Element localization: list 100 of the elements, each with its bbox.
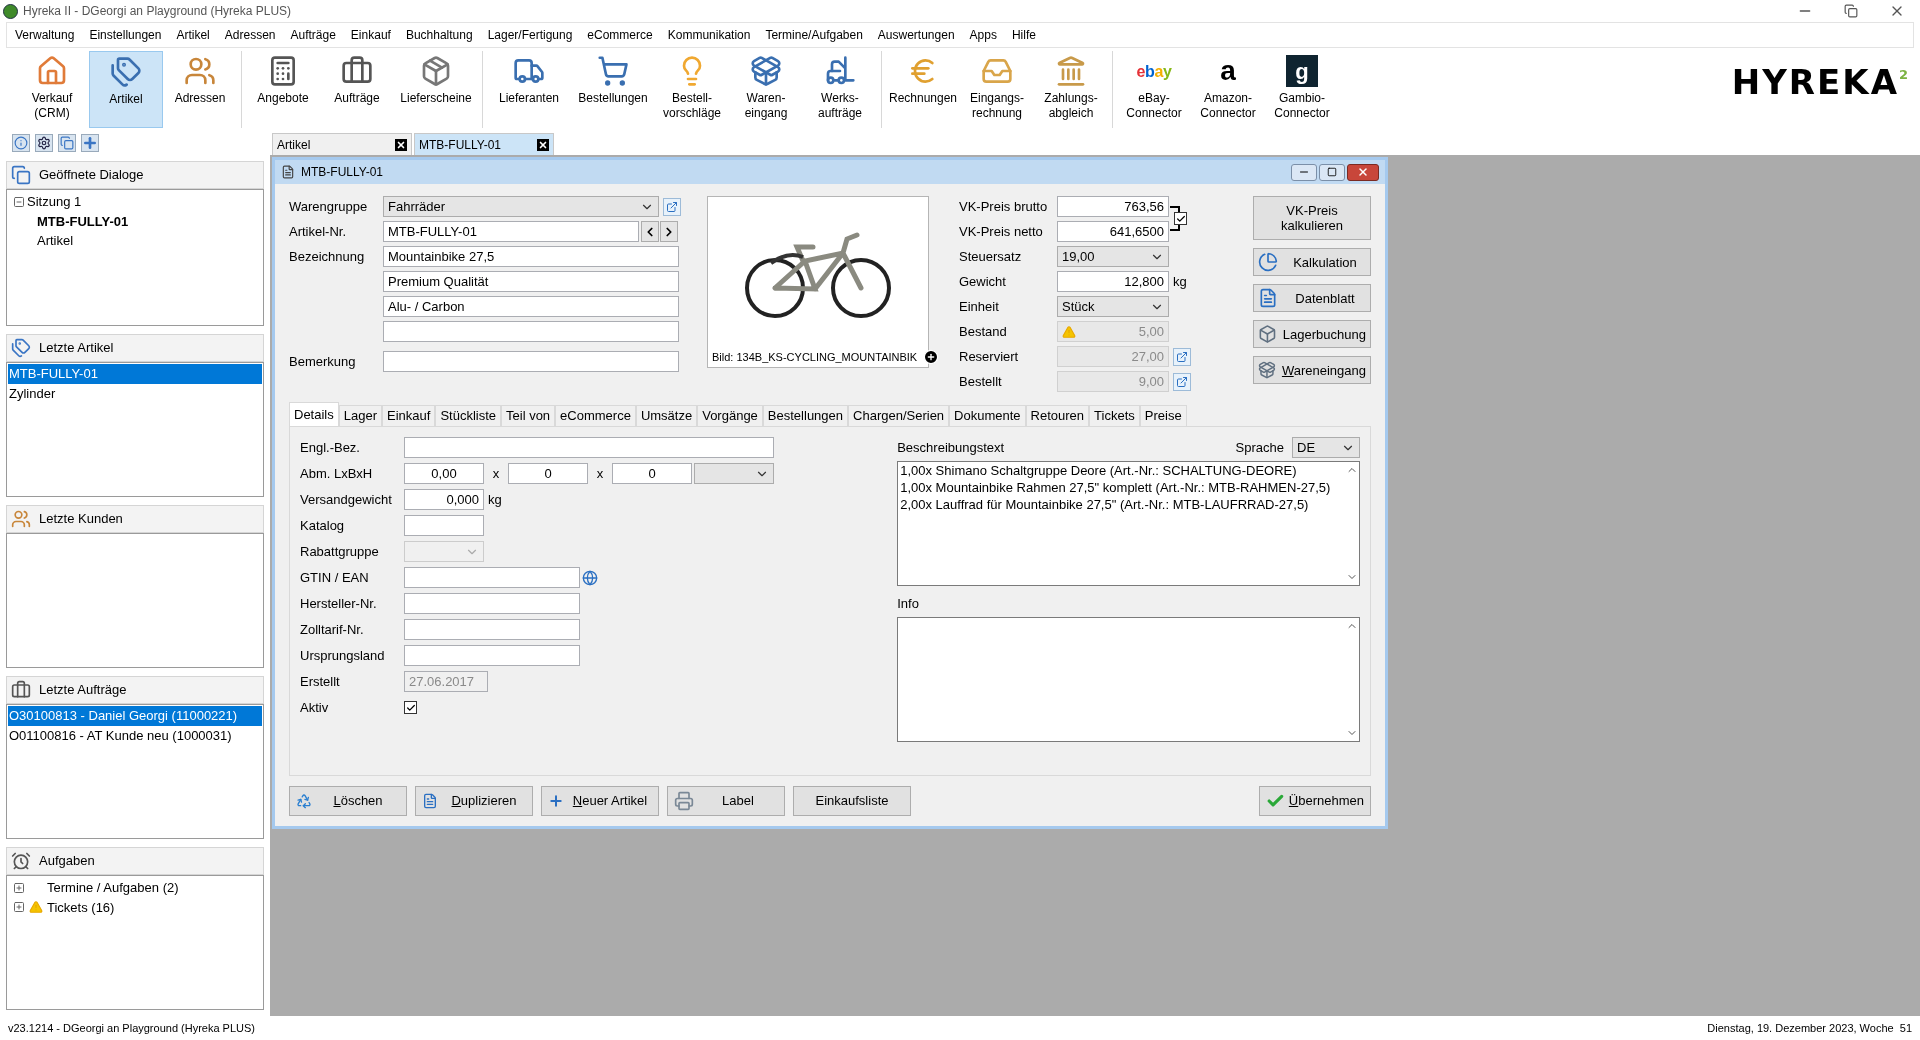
toolbar-button[interactable]: Adressen xyxy=(163,51,237,128)
action-button[interactable]: Neuer Artikel xyxy=(541,786,659,816)
toolbar-button[interactable]: ebay eBay- Connector xyxy=(1117,51,1191,128)
toolbar-button[interactable]: Waren- eingang xyxy=(729,51,803,128)
maximize-icon[interactable] xyxy=(1319,163,1345,181)
text-field[interactable]: 12,800 xyxy=(1057,271,1169,292)
price-link-checkbox[interactable] xyxy=(1174,212,1187,225)
side-button[interactable]: Wareneingang xyxy=(1253,356,1371,384)
toolbar-button[interactable]: Aufträge xyxy=(320,51,394,128)
menu-item[interactable]: Apps xyxy=(969,26,997,44)
tab[interactable]: Details xyxy=(289,402,339,426)
open-link-icon[interactable] xyxy=(1173,347,1191,366)
text-field[interactable]: 0,000 xyxy=(404,489,484,510)
tab[interactable]: Dokumente xyxy=(949,405,1026,426)
tab[interactable]: Bestellungen xyxy=(762,405,849,426)
list-item[interactable]: Zylinder xyxy=(8,383,262,403)
tab[interactable]: Vorgänge xyxy=(697,405,763,426)
toolbar-button[interactable]: Zahlungs- abgleich xyxy=(1034,51,1108,128)
menu-item[interactable]: Verwaltung xyxy=(15,26,75,44)
toolbar-button[interactable]: Eingangs- rechnung xyxy=(960,51,1034,128)
checkbox[interactable] xyxy=(404,701,417,714)
list-item[interactable]: O30100813 - Daniel Georgi (11000221) xyxy=(8,706,262,726)
add-icon[interactable] xyxy=(81,134,99,152)
dropdown[interactable]: Stück xyxy=(1057,296,1169,317)
menu-item[interactable]: Hilfe xyxy=(1011,26,1036,44)
tab[interactable]: Einkauf xyxy=(382,405,436,426)
tree-item[interactable]: Tickets (16) xyxy=(47,897,115,917)
tree-item[interactable]: Sitzung 1 xyxy=(27,192,82,212)
toolbar-button[interactable]: Bestellungen xyxy=(571,51,655,128)
text-field[interactable] xyxy=(404,619,580,640)
text-field[interactable] xyxy=(404,437,774,458)
action-button[interactable]: Löschen xyxy=(289,786,407,816)
toolbar-button[interactable]: Rechnungen xyxy=(886,51,960,128)
dropdown[interactable]: Fahrräder xyxy=(383,196,659,217)
tab[interactable]: Chargen/Serien xyxy=(848,405,950,426)
action-button[interactable]: Einkaufsliste xyxy=(793,786,911,816)
toolbar-button[interactable]: Werks- aufträge xyxy=(803,51,877,128)
menu-item[interactable]: Termine/Aufgaben xyxy=(765,26,863,44)
tab[interactable]: Lager xyxy=(338,405,382,426)
action-button[interactable]: Label xyxy=(667,786,785,816)
menu-item[interactable]: Lager/Fertigung xyxy=(487,26,573,44)
text-field[interactable] xyxy=(404,567,580,588)
info-textarea[interactable] xyxy=(897,616,1360,742)
action-button[interactable]: Übernehmen xyxy=(1259,786,1371,816)
menu-item[interactable]: Aufträge xyxy=(290,26,336,44)
side-button[interactable]: Kalkulation xyxy=(1253,248,1371,276)
toolbar-button[interactable]: Verkauf (CRM) xyxy=(15,51,89,128)
close-icon[interactable] xyxy=(395,138,407,151)
globe-icon[interactable] xyxy=(582,569,598,586)
text-field[interactable] xyxy=(404,645,580,666)
text-field[interactable]: MTB-FULLY-01 xyxy=(383,221,639,242)
tree-item[interactable]: Artikel xyxy=(37,233,74,248)
side-button[interactable]: Lagerbuchung xyxy=(1253,320,1371,348)
toolbar-button[interactable]: a Amazon- Connector xyxy=(1191,51,1265,128)
expand-icon[interactable] xyxy=(13,901,25,914)
text-field[interactable] xyxy=(383,321,679,342)
close-icon[interactable] xyxy=(537,138,549,151)
toolbar-button[interactable]: Bestell- vorschläge xyxy=(655,51,729,128)
document-tab[interactable]: MTB-FULLY-01 xyxy=(414,133,554,155)
tab[interactable]: Tickets xyxy=(1089,405,1140,426)
toolbar-button[interactable]: Lieferanten xyxy=(487,51,571,128)
menu-item[interactable]: Kommunikation xyxy=(667,26,751,44)
text-field[interactable]: 0 xyxy=(508,463,588,484)
open-link-icon[interactable] xyxy=(663,197,681,216)
description-textarea[interactable]: 1,00x Shimano Schaltgruppe Deore (Art.-Nr.: SCHALTUNG-DEORE) 1,00x Mountainbike Rahmen 27,5" komplett (Art.-Nr.: MTB-RAHMEN-27,5) 2,00x Lauffrad für Mountainbike 27,5" (Art.-Nr.: MTB-LAUFRRAD-27,5) xyxy=(897,461,1360,586)
menu-item[interactable]: Artikel xyxy=(176,26,210,44)
tab[interactable]: Stückliste xyxy=(435,405,501,426)
text-field[interactable] xyxy=(404,515,484,536)
tab[interactable]: Umsätze xyxy=(635,405,698,426)
settings-icon[interactable] xyxy=(35,134,53,152)
list-item[interactable]: MTB-FULLY-01 xyxy=(8,364,262,384)
text-field[interactable]: Alu- / Carbon xyxy=(383,296,679,317)
menu-item[interactable]: Buchhaltung xyxy=(405,26,473,44)
menu-item[interactable]: Einstellungen xyxy=(89,26,162,44)
text-field[interactable] xyxy=(404,593,580,614)
info-icon[interactable] xyxy=(12,134,30,152)
document-tab[interactable]: Artikel xyxy=(272,133,412,155)
toolbar-button[interactable]: Lieferscheine xyxy=(394,51,478,128)
text-field[interactable] xyxy=(383,351,679,372)
tab[interactable]: eCommerce xyxy=(555,405,636,426)
tree-item[interactable]: MTB-FULLY-01 xyxy=(37,213,129,229)
text-field[interactable]: 0,00 xyxy=(404,463,484,484)
open-link-icon[interactable] xyxy=(1173,372,1191,391)
side-button[interactable]: VK-Preis kalkulieren xyxy=(1253,196,1371,240)
menu-item[interactable]: Einkauf xyxy=(350,26,391,44)
menu-item[interactable]: Adressen xyxy=(224,26,276,44)
toolbar-button[interactable]: Artikel xyxy=(89,51,163,128)
add-image-icon[interactable] xyxy=(923,348,940,365)
action-button[interactable]: Duplizieren xyxy=(415,786,533,816)
tree-item[interactable]: Termine / Aufgaben (2) xyxy=(47,878,179,898)
tab[interactable]: Retouren xyxy=(1025,405,1090,426)
close-icon[interactable] xyxy=(1347,163,1379,181)
tab[interactable]: Preise xyxy=(1139,405,1187,426)
tab[interactable]: Teil von xyxy=(501,405,556,426)
side-button[interactable]: Datenblatt xyxy=(1253,284,1371,312)
next-icon[interactable] xyxy=(660,221,678,242)
list-item[interactable]: O01100816 - AT Kunde neu (1000031) xyxy=(8,725,262,745)
expand-icon[interactable] xyxy=(13,881,25,894)
dropdown[interactable]: DE xyxy=(1292,437,1360,458)
minimize-icon[interactable] xyxy=(1291,163,1317,181)
